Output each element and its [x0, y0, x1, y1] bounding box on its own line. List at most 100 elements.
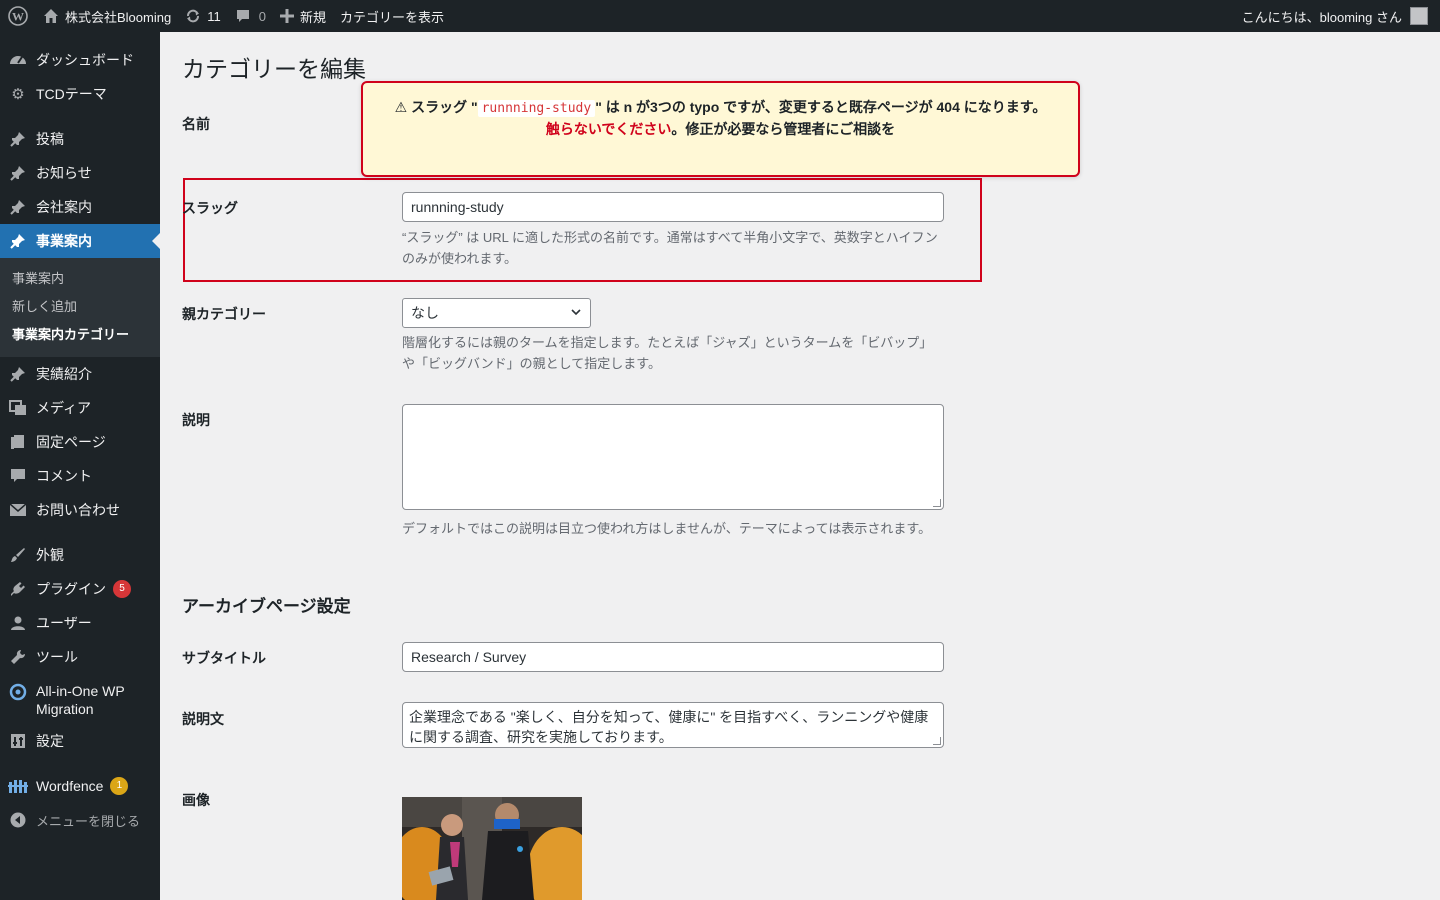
- comments-link[interactable]: 0: [228, 0, 273, 32]
- plugin-icon: [8, 579, 28, 599]
- menu-dashboard[interactable]: ダッシュボード: [0, 43, 160, 77]
- menu-contact-label: お問い合わせ: [36, 502, 120, 518]
- slug-input[interactable]: [402, 192, 944, 222]
- menu-comments[interactable]: コメント: [0, 459, 160, 493]
- migration-icon: [8, 682, 28, 702]
- menu-dashboard-label: ダッシュボード: [36, 52, 134, 68]
- subtitle-label: サブタイトル: [182, 650, 266, 666]
- menu-news[interactable]: お知らせ: [0, 156, 160, 190]
- menu-business[interactable]: 事業案内: [0, 224, 160, 258]
- collapse-icon: [8, 810, 28, 830]
- plus-icon: [279, 9, 294, 23]
- svg-text:W: W: [12, 10, 24, 24]
- menu-migration[interactable]: All-in-One WP Migration: [0, 674, 160, 724]
- submenu-business-category[interactable]: 事業案内カテゴリー: [0, 321, 160, 349]
- warning-line-2: 触らないでください。修正が必要なら管理者にご相談を: [383, 119, 1058, 140]
- slug-warning-notice: ⚠ スラッグ " runnning-study " は n が3つの typo です…: [361, 81, 1080, 177]
- wrench-icon: [8, 647, 28, 667]
- menu-posts[interactable]: 投稿: [0, 122, 160, 156]
- menu-posts-label: 投稿: [36, 131, 64, 147]
- description-text-textarea[interactable]: 企業理念である "楽しく、自分を知って、健康に" を目指すべく、ランニングや健康…: [402, 702, 944, 748]
- description-textarea[interactable]: [402, 404, 944, 510]
- collapse-menu-label: メニューを閉じる: [36, 813, 141, 829]
- description-help: デフォルトではこの説明は目立つ使われ方はしませんが、テーマによっては表示されます…: [402, 521, 932, 536]
- wordpress-logo-icon[interactable]: W: [0, 0, 36, 32]
- greeting: こんにちは、blooming さん: [1241, 9, 1402, 25]
- pin-icon: [8, 364, 28, 384]
- settings-icon: [8, 731, 28, 751]
- menu-tcd-theme[interactable]: ⚙ TCDテーマ: [0, 77, 160, 111]
- menu-media-label: メディア: [36, 400, 92, 416]
- slug-label: スラッグ: [182, 200, 238, 216]
- menu-settings[interactable]: 設定: [0, 724, 160, 758]
- menu-appearance-label: 外観: [36, 547, 64, 563]
- menu-wordfence-label: Wordfence: [36, 778, 104, 794]
- menu-pages[interactable]: 固定ページ: [0, 425, 160, 459]
- warning-prefix: ⚠ スラッグ ": [394, 99, 478, 115]
- description-text-label: 説明文: [182, 711, 224, 727]
- page-title: カテゴリーを編集: [182, 56, 366, 82]
- site-name: 株式会社Blooming: [65, 9, 172, 25]
- home-icon: [43, 8, 59, 24]
- comment-icon: [235, 8, 251, 24]
- plugins-update-badge: 5: [113, 580, 131, 598]
- menu-contact[interactable]: お問い合わせ: [0, 493, 160, 527]
- menu-company-label: 会社案内: [36, 199, 92, 215]
- collapse-menu-button[interactable]: メニューを閉じる: [0, 803, 160, 837]
- resize-handle-icon[interactable]: [933, 499, 941, 507]
- menu-users-label: ユーザー: [36, 615, 92, 631]
- submenu-business-list[interactable]: 事業案内: [0, 265, 160, 293]
- menu-appearance[interactable]: 外観: [0, 538, 160, 572]
- image-label: 画像: [182, 792, 210, 808]
- menu-tools-label: ツール: [36, 649, 78, 665]
- menu-works-label: 実績紹介: [36, 366, 92, 382]
- parent-category-select[interactable]: なし: [402, 298, 591, 328]
- archive-section-title: アーカイブページ設定: [182, 597, 351, 616]
- user-icon: [8, 613, 28, 633]
- menu-pages-label: 固定ページ: [36, 434, 106, 450]
- parent-category-value: なし: [411, 305, 439, 321]
- pin-icon: [8, 231, 28, 251]
- warning-suffix: 。修正が必要なら管理者にご相談を: [671, 121, 896, 137]
- name-label: 名前: [182, 116, 210, 132]
- gear-icon: ⚙: [11, 86, 25, 103]
- menu-works[interactable]: 実績紹介: [0, 357, 160, 391]
- menu-tcd-theme-label: TCDテーマ: [36, 86, 107, 102]
- description-label: 説明: [182, 412, 210, 428]
- page-icon: [8, 432, 28, 452]
- warning-red-text: 触らないでください: [545, 121, 672, 137]
- pin-icon: [8, 129, 28, 149]
- category-image[interactable]: [402, 797, 582, 900]
- admin-menu: ダッシュボード ⚙ TCDテーマ 投稿 お知らせ 会社案内 事業案内 事業案内 …: [0, 32, 160, 900]
- warning-middle: " は n が3つの typo ですが、変更すると既存ページが 404 になりま…: [595, 99, 1047, 115]
- menu-users[interactable]: ユーザー: [0, 606, 160, 640]
- menu-wordfence[interactable]: Wordfence 1: [0, 769, 160, 803]
- description-text-value: 企業理念である "楽しく、自分を知って、健康に" を目指すべく、ランニングや健康…: [409, 709, 929, 745]
- site-name-link[interactable]: 株式会社Blooming: [36, 0, 178, 32]
- menu-company[interactable]: 会社案内: [0, 190, 160, 224]
- my-account[interactable]: こんにちは、blooming さん: [1242, 0, 1440, 32]
- new-label: 新規: [299, 9, 326, 25]
- updates-link[interactable]: 11: [178, 0, 228, 32]
- comment-icon: [8, 466, 28, 486]
- subtitle-input[interactable]: [402, 642, 944, 672]
- new-content-link[interactable]: 新規: [273, 0, 333, 32]
- menu-plugins[interactable]: プラグイン 5: [0, 572, 160, 606]
- pin-icon: [8, 197, 28, 217]
- wordfence-icon: [8, 776, 28, 796]
- submenu-add-new[interactable]: 新しく追加: [0, 293, 160, 321]
- admin-bar: W 株式会社Blooming 11 0 新規 カテゴリーを表示 こんにちは、bl…: [0, 0, 1440, 32]
- menu-tools[interactable]: ツール: [0, 640, 160, 674]
- menu-business-label: 事業案内: [36, 233, 92, 249]
- warning-slug-code: runnning-study: [477, 100, 596, 117]
- parent-category-description: 階層化するには親のタームを指定します。たとえば「ジャズ」というタームを「ビバップ…: [402, 335, 933, 371]
- refresh-icon: [185, 8, 201, 24]
- resize-handle-icon[interactable]: [933, 737, 941, 745]
- mail-icon: [8, 500, 28, 520]
- view-category-link[interactable]: カテゴリーを表示: [333, 0, 451, 32]
- main-content: カテゴリーを編集 名前 スラッグ “スラッグ” は URL に適した形式の名前で…: [160, 32, 1440, 900]
- menu-media[interactable]: メディア: [0, 391, 160, 425]
- media-icon: [8, 398, 28, 418]
- pin-icon: [8, 163, 28, 183]
- warning-line: ⚠ スラッグ " runnning-study " は n が3つの typo です…: [383, 97, 1058, 119]
